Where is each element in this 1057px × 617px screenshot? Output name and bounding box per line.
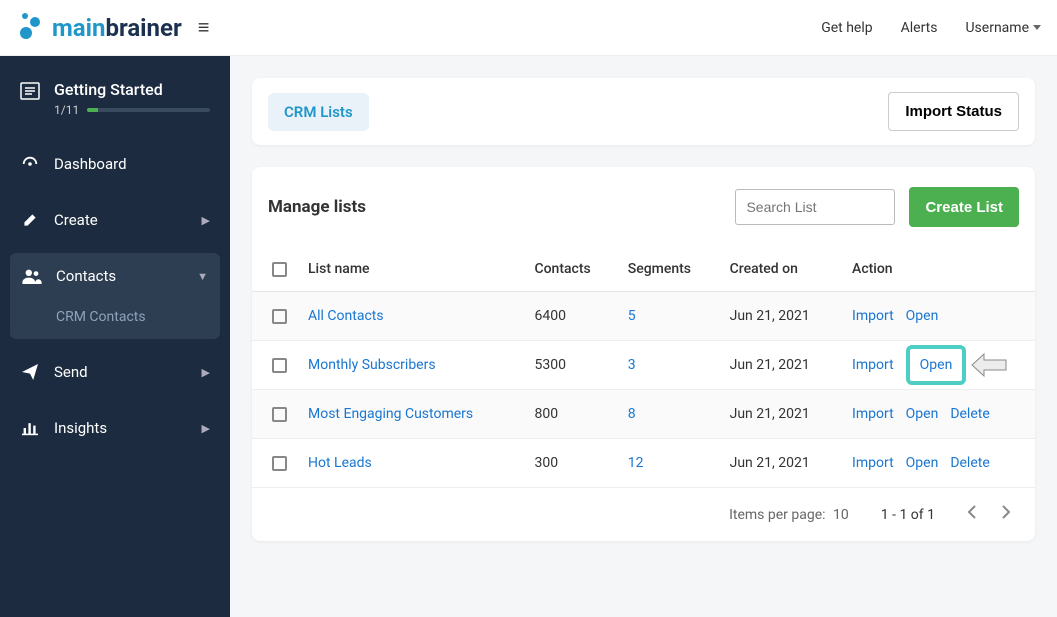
chevron-right-icon: ▶	[202, 366, 210, 379]
sidebar-item-dashboard[interactable]: Dashboard	[0, 141, 230, 187]
getting-started-title: Getting Started	[54, 80, 210, 99]
user-menu[interactable]: Username	[965, 20, 1041, 36]
chevron-down-icon: ▼	[197, 270, 208, 283]
list-name-link[interactable]: Most Engaging Customers	[308, 406, 473, 422]
tab-crm-lists[interactable]: CRM Lists	[268, 93, 369, 131]
row-checkbox[interactable]	[272, 358, 287, 373]
created-cell: Jun 21, 2021	[720, 390, 842, 439]
chevron-down-icon	[1033, 25, 1041, 30]
hamburger-icon[interactable]: ≡	[198, 15, 210, 40]
dashboard-icon	[20, 155, 40, 173]
segments-link[interactable]: 12	[628, 455, 644, 471]
search-input[interactable]	[735, 189, 895, 225]
topbar: mainbrainer ≡ Get help Alerts Username	[0, 0, 1057, 56]
contacts-cell: 800	[524, 390, 617, 439]
segments-link[interactable]: 8	[628, 406, 636, 422]
pencil-icon	[20, 211, 40, 229]
col-list-name: List name	[298, 247, 524, 292]
col-segments: Segments	[618, 247, 720, 292]
paper-plane-icon	[20, 363, 40, 381]
delete-link[interactable]: Delete	[950, 455, 989, 471]
import-link[interactable]: Import	[852, 357, 894, 373]
table-row: All Contacts 6400 5 Jun 21, 2021 Import Open	[252, 292, 1035, 341]
table-card: Manage lists Create List List name Conta…	[252, 167, 1035, 541]
nav-label: Insights	[54, 419, 202, 437]
sidebar-subitem-crm-contacts[interactable]: CRM Contacts	[10, 299, 220, 339]
lists-table: List name Contacts Segments Created on A…	[252, 247, 1035, 488]
contacts-cell: 5300	[524, 341, 617, 390]
manage-lists-title: Manage lists	[268, 197, 735, 217]
create-list-button[interactable]: Create List	[909, 187, 1019, 227]
open-link[interactable]: Open	[906, 308, 939, 324]
topbar-right: Get help Alerts Username	[821, 20, 1041, 36]
created-cell: Jun 21, 2021	[720, 439, 842, 488]
row-checkbox[interactable]	[272, 309, 287, 324]
delete-link[interactable]: Delete	[950, 406, 989, 422]
list-name-link[interactable]: Monthly Subscribers	[308, 357, 436, 373]
chevron-right-icon: ▶	[202, 422, 210, 435]
table-row: Monthly Subscribers 5300 3 Jun 21, 2021 Impo…	[252, 341, 1035, 390]
sidebar-item-create[interactable]: Create ▶	[0, 197, 230, 243]
import-status-button[interactable]: Import Status	[888, 92, 1019, 131]
open-link-highlighted[interactable]: Open	[906, 345, 967, 385]
username-label: Username	[965, 20, 1029, 36]
col-action: Action	[842, 247, 1035, 292]
logo-dots-icon	[16, 13, 46, 43]
import-link[interactable]: Import	[852, 455, 894, 471]
col-contacts: Contacts	[524, 247, 617, 292]
nav-label: Send	[54, 363, 202, 381]
contacts-cell: 6400	[524, 292, 617, 341]
users-icon	[22, 267, 42, 285]
logo-brainer-text: brainer	[105, 14, 181, 42]
getting-started-section[interactable]: Getting Started 1/11	[0, 80, 230, 141]
table-row: Most Engaging Customers 800 8 Jun 21, 2021 I…	[252, 390, 1035, 439]
row-checkbox[interactable]	[272, 407, 287, 422]
list-name-link[interactable]: All Contacts	[308, 308, 384, 324]
sidebar-item-insights[interactable]: Insights ▶	[0, 405, 230, 451]
created-cell: Jun 21, 2021	[720, 341, 842, 390]
sidebar: Getting Started 1/11 Dashboard Create ▶	[0, 56, 230, 617]
select-all-checkbox[interactable]	[272, 262, 287, 277]
contacts-cell: 300	[524, 439, 617, 488]
logo[interactable]: mainbrainer	[16, 13, 182, 43]
progress-bar	[87, 108, 210, 112]
table-header-row: Manage lists Create List	[252, 167, 1035, 247]
prev-page-button[interactable]	[967, 504, 977, 525]
nav-label: Contacts	[56, 267, 197, 285]
items-per-page-value[interactable]: 10	[833, 507, 849, 523]
segments-link[interactable]: 5	[628, 308, 636, 324]
table-row: Hot Leads 300 12 Jun 21, 2021 Import Open Dele…	[252, 439, 1035, 488]
chevron-right-icon: ▶	[202, 214, 210, 227]
nav-label: Dashboard	[54, 155, 210, 173]
next-page-button[interactable]	[1001, 504, 1011, 525]
list-name-link[interactable]: Hot Leads	[308, 455, 372, 471]
progress-count: 1/11	[54, 103, 79, 117]
get-help-link[interactable]: Get help	[821, 20, 872, 36]
chart-icon	[20, 419, 40, 437]
nav-label: Create	[54, 211, 202, 229]
logo-main-text: main	[52, 14, 105, 42]
import-link[interactable]: Import	[852, 308, 894, 324]
alerts-link[interactable]: Alerts	[901, 20, 938, 36]
main-content: CRM Lists Import Status Manage lists Cre…	[230, 56, 1057, 617]
row-checkbox[interactable]	[272, 456, 287, 471]
sidebar-item-send[interactable]: Send ▶	[0, 349, 230, 395]
tabs-card: CRM Lists Import Status	[252, 78, 1035, 145]
segments-link[interactable]: 3	[628, 357, 636, 373]
items-per-page-label: Items per page:	[729, 507, 825, 523]
pagination: Items per page: 10 1 - 1 of 1	[252, 488, 1035, 541]
import-link[interactable]: Import	[852, 406, 894, 422]
sidebar-item-contacts[interactable]: Contacts ▼	[10, 253, 220, 299]
col-created: Created on	[720, 247, 842, 292]
list-icon	[20, 82, 40, 100]
arrow-pointer-icon	[970, 352, 1008, 378]
open-link[interactable]: Open	[906, 455, 939, 471]
page-range: 1 - 1 of 1	[881, 507, 935, 523]
created-cell: Jun 21, 2021	[720, 292, 842, 341]
open-link[interactable]: Open	[906, 406, 939, 422]
